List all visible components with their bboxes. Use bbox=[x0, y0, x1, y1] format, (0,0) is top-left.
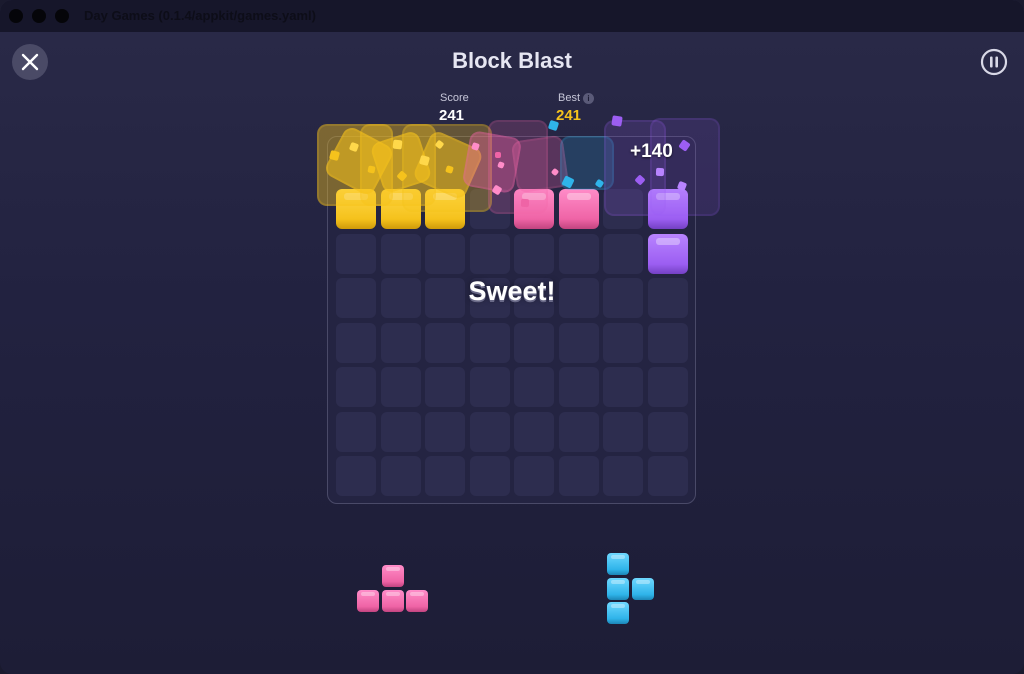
window-title: Day Games (0.1.4/appkit/games.yaml) bbox=[84, 8, 316, 23]
purple-block[interactable] bbox=[647, 233, 688, 274]
sparkle-particle bbox=[367, 165, 376, 174]
empty-cell[interactable] bbox=[647, 411, 688, 452]
pink-piece-block[interactable] bbox=[381, 565, 404, 587]
points-popup: +140 bbox=[630, 141, 673, 162]
empty-cell[interactable] bbox=[603, 456, 643, 496]
score-value: 241 bbox=[439, 107, 465, 124]
pink-block[interactable] bbox=[558, 189, 599, 229]
clear-ghost-block bbox=[650, 118, 720, 216]
empty-cell[interactable] bbox=[336, 456, 376, 496]
empty-cell[interactable] bbox=[514, 367, 554, 407]
empty-cell[interactable] bbox=[514, 322, 554, 363]
empty-cell[interactable] bbox=[469, 322, 510, 363]
empty-cell[interactable] bbox=[425, 411, 465, 452]
best-label: Best bbox=[558, 92, 581, 104]
combo-message: Sweet! bbox=[468, 276, 556, 306]
empty-cell[interactable] bbox=[514, 456, 554, 496]
game-title: Block Blast bbox=[452, 48, 572, 73]
info-icon[interactable]: i bbox=[583, 93, 594, 104]
empty-cell[interactable] bbox=[558, 233, 599, 274]
empty-cell[interactable] bbox=[558, 411, 599, 452]
empty-cell[interactable] bbox=[336, 367, 376, 407]
game-window: Day Games (0.1.4/appkit/games.yaml) Bloc… bbox=[0, 0, 1024, 674]
cyan-piece-block[interactable] bbox=[631, 577, 654, 600]
cyan-piece-block[interactable] bbox=[607, 577, 629, 600]
empty-cell[interactable] bbox=[336, 233, 376, 274]
sparkle-particle bbox=[547, 119, 560, 132]
window-minimize-control[interactable] bbox=[32, 9, 46, 23]
empty-cell[interactable] bbox=[469, 367, 510, 407]
cyan-piece-block[interactable] bbox=[607, 553, 629, 575]
sparkle-particle bbox=[655, 167, 665, 177]
empty-cell[interactable] bbox=[603, 411, 643, 452]
pink-piece-block[interactable] bbox=[381, 589, 404, 612]
title-bar: Day Games (0.1.4/appkit/games.yaml) bbox=[0, 0, 1024, 32]
empty-cell[interactable] bbox=[514, 411, 554, 452]
empty-cell[interactable] bbox=[469, 456, 510, 496]
sparkle-particle bbox=[495, 152, 501, 158]
empty-cell[interactable] bbox=[558, 456, 599, 496]
empty-cell[interactable] bbox=[603, 233, 643, 274]
window-zoom-control[interactable] bbox=[55, 9, 69, 23]
pause-button[interactable] bbox=[976, 44, 1012, 80]
empty-cell[interactable] bbox=[603, 367, 643, 407]
empty-cell[interactable] bbox=[558, 322, 599, 363]
pause-icon bbox=[980, 48, 1008, 76]
window-close-control[interactable] bbox=[9, 9, 23, 23]
empty-cell[interactable] bbox=[425, 322, 465, 363]
empty-cell[interactable] bbox=[469, 233, 510, 274]
empty-cell[interactable] bbox=[380, 233, 421, 274]
score-label: Score bbox=[440, 92, 469, 104]
best-value: 241 bbox=[556, 107, 582, 124]
empty-cell[interactable] bbox=[647, 322, 688, 363]
empty-cell[interactable] bbox=[647, 456, 688, 496]
sparkle-particle bbox=[611, 115, 623, 127]
empty-cell[interactable] bbox=[425, 233, 465, 274]
empty-cell[interactable] bbox=[603, 322, 643, 363]
empty-cell[interactable] bbox=[380, 367, 421, 407]
pink-piece-block[interactable] bbox=[406, 589, 428, 612]
sparkle-particle bbox=[392, 139, 403, 150]
empty-cell[interactable] bbox=[380, 456, 421, 496]
empty-cell[interactable] bbox=[380, 411, 421, 452]
empty-cell[interactable] bbox=[380, 322, 421, 363]
empty-cell[interactable] bbox=[514, 233, 554, 274]
empty-cell[interactable] bbox=[647, 367, 688, 407]
sparkle-particle bbox=[520, 198, 530, 208]
empty-cell[interactable] bbox=[558, 367, 599, 407]
empty-cell[interactable] bbox=[469, 411, 510, 452]
empty-cell[interactable] bbox=[336, 322, 376, 363]
empty-cell[interactable] bbox=[425, 367, 465, 407]
cyan-piece-block[interactable] bbox=[607, 602, 629, 624]
empty-cell[interactable] bbox=[425, 456, 465, 496]
empty-cell[interactable] bbox=[336, 411, 376, 452]
pink-piece-block[interactable] bbox=[357, 589, 379, 612]
